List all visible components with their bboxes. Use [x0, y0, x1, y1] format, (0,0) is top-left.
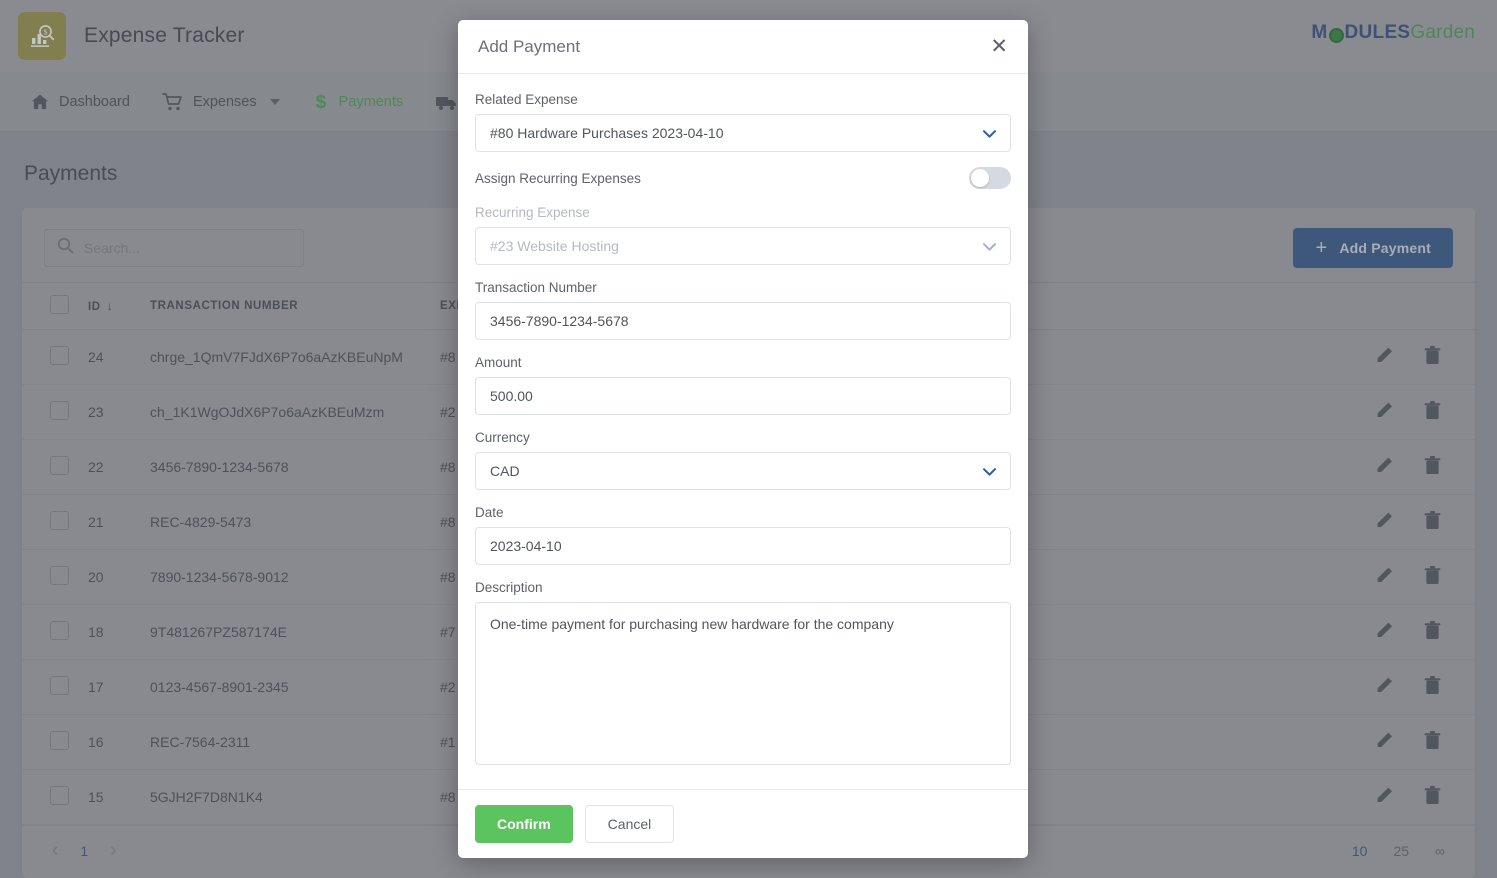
- modal-title: Add Payment: [478, 37, 580, 57]
- transaction-number-value: 3456-7890-1234-5678: [490, 313, 629, 329]
- field-currency: Currency CAD: [475, 430, 1011, 490]
- date-label: Date: [475, 505, 1011, 520]
- related-expense-value: #80 Hardware Purchases 2023-04-10: [490, 125, 723, 141]
- description-label: Description: [475, 580, 1011, 595]
- modal-footer: Confirm Cancel: [458, 789, 1028, 858]
- field-description: Description: [475, 580, 1011, 770]
- assign-recurring-label: Assign Recurring Expenses: [475, 171, 641, 186]
- recurring-expense-value: #23 Website Hosting: [490, 238, 619, 254]
- date-input[interactable]: 2023-04-10: [475, 527, 1011, 565]
- currency-value: CAD: [490, 463, 520, 479]
- amount-input[interactable]: 500.00: [475, 377, 1011, 415]
- field-assign-recurring: Assign Recurring Expenses: [475, 167, 1011, 189]
- assign-recurring-toggle[interactable]: [969, 167, 1011, 189]
- field-recurring-expense: Recurring Expense #23 Website Hosting: [475, 205, 1011, 265]
- transaction-number-input[interactable]: 3456-7890-1234-5678: [475, 302, 1011, 340]
- date-value: 2023-04-10: [490, 538, 562, 554]
- modal-header: Add Payment ✕: [458, 20, 1028, 74]
- field-date: Date 2023-04-10: [475, 505, 1011, 565]
- transaction-number-label: Transaction Number: [475, 280, 1011, 295]
- chevron-down-icon: [983, 465, 996, 478]
- description-textarea[interactable]: [475, 602, 1011, 765]
- field-amount: Amount 500.00: [475, 355, 1011, 415]
- toggle-knob: [971, 169, 989, 187]
- field-related-expense: Related Expense #80 Hardware Purchases 2…: [475, 92, 1011, 152]
- cancel-button[interactable]: Cancel: [585, 805, 675, 843]
- related-expense-select[interactable]: #80 Hardware Purchases 2023-04-10: [475, 114, 1011, 152]
- modal-body: Related Expense #80 Hardware Purchases 2…: [458, 74, 1028, 789]
- amount-label: Amount: [475, 355, 1011, 370]
- chevron-down-icon: [983, 127, 996, 140]
- amount-value: 500.00: [490, 388, 533, 404]
- recurring-expense-select: #23 Website Hosting: [475, 227, 1011, 265]
- app-root: $ Expense Tracker M DULES Garden Dashboa…: [0, 0, 1497, 878]
- currency-label: Currency: [475, 430, 1011, 445]
- close-icon[interactable]: ✕: [990, 36, 1008, 57]
- recurring-expense-label: Recurring Expense: [475, 205, 1011, 220]
- chevron-down-icon: [983, 240, 996, 253]
- confirm-button[interactable]: Confirm: [475, 805, 573, 843]
- related-expense-label: Related Expense: [475, 92, 1011, 107]
- field-transaction-number: Transaction Number 3456-7890-1234-5678: [475, 280, 1011, 340]
- add-payment-modal: Add Payment ✕ Related Expense #80 Hardwa…: [458, 20, 1028, 858]
- currency-select[interactable]: CAD: [475, 452, 1011, 490]
